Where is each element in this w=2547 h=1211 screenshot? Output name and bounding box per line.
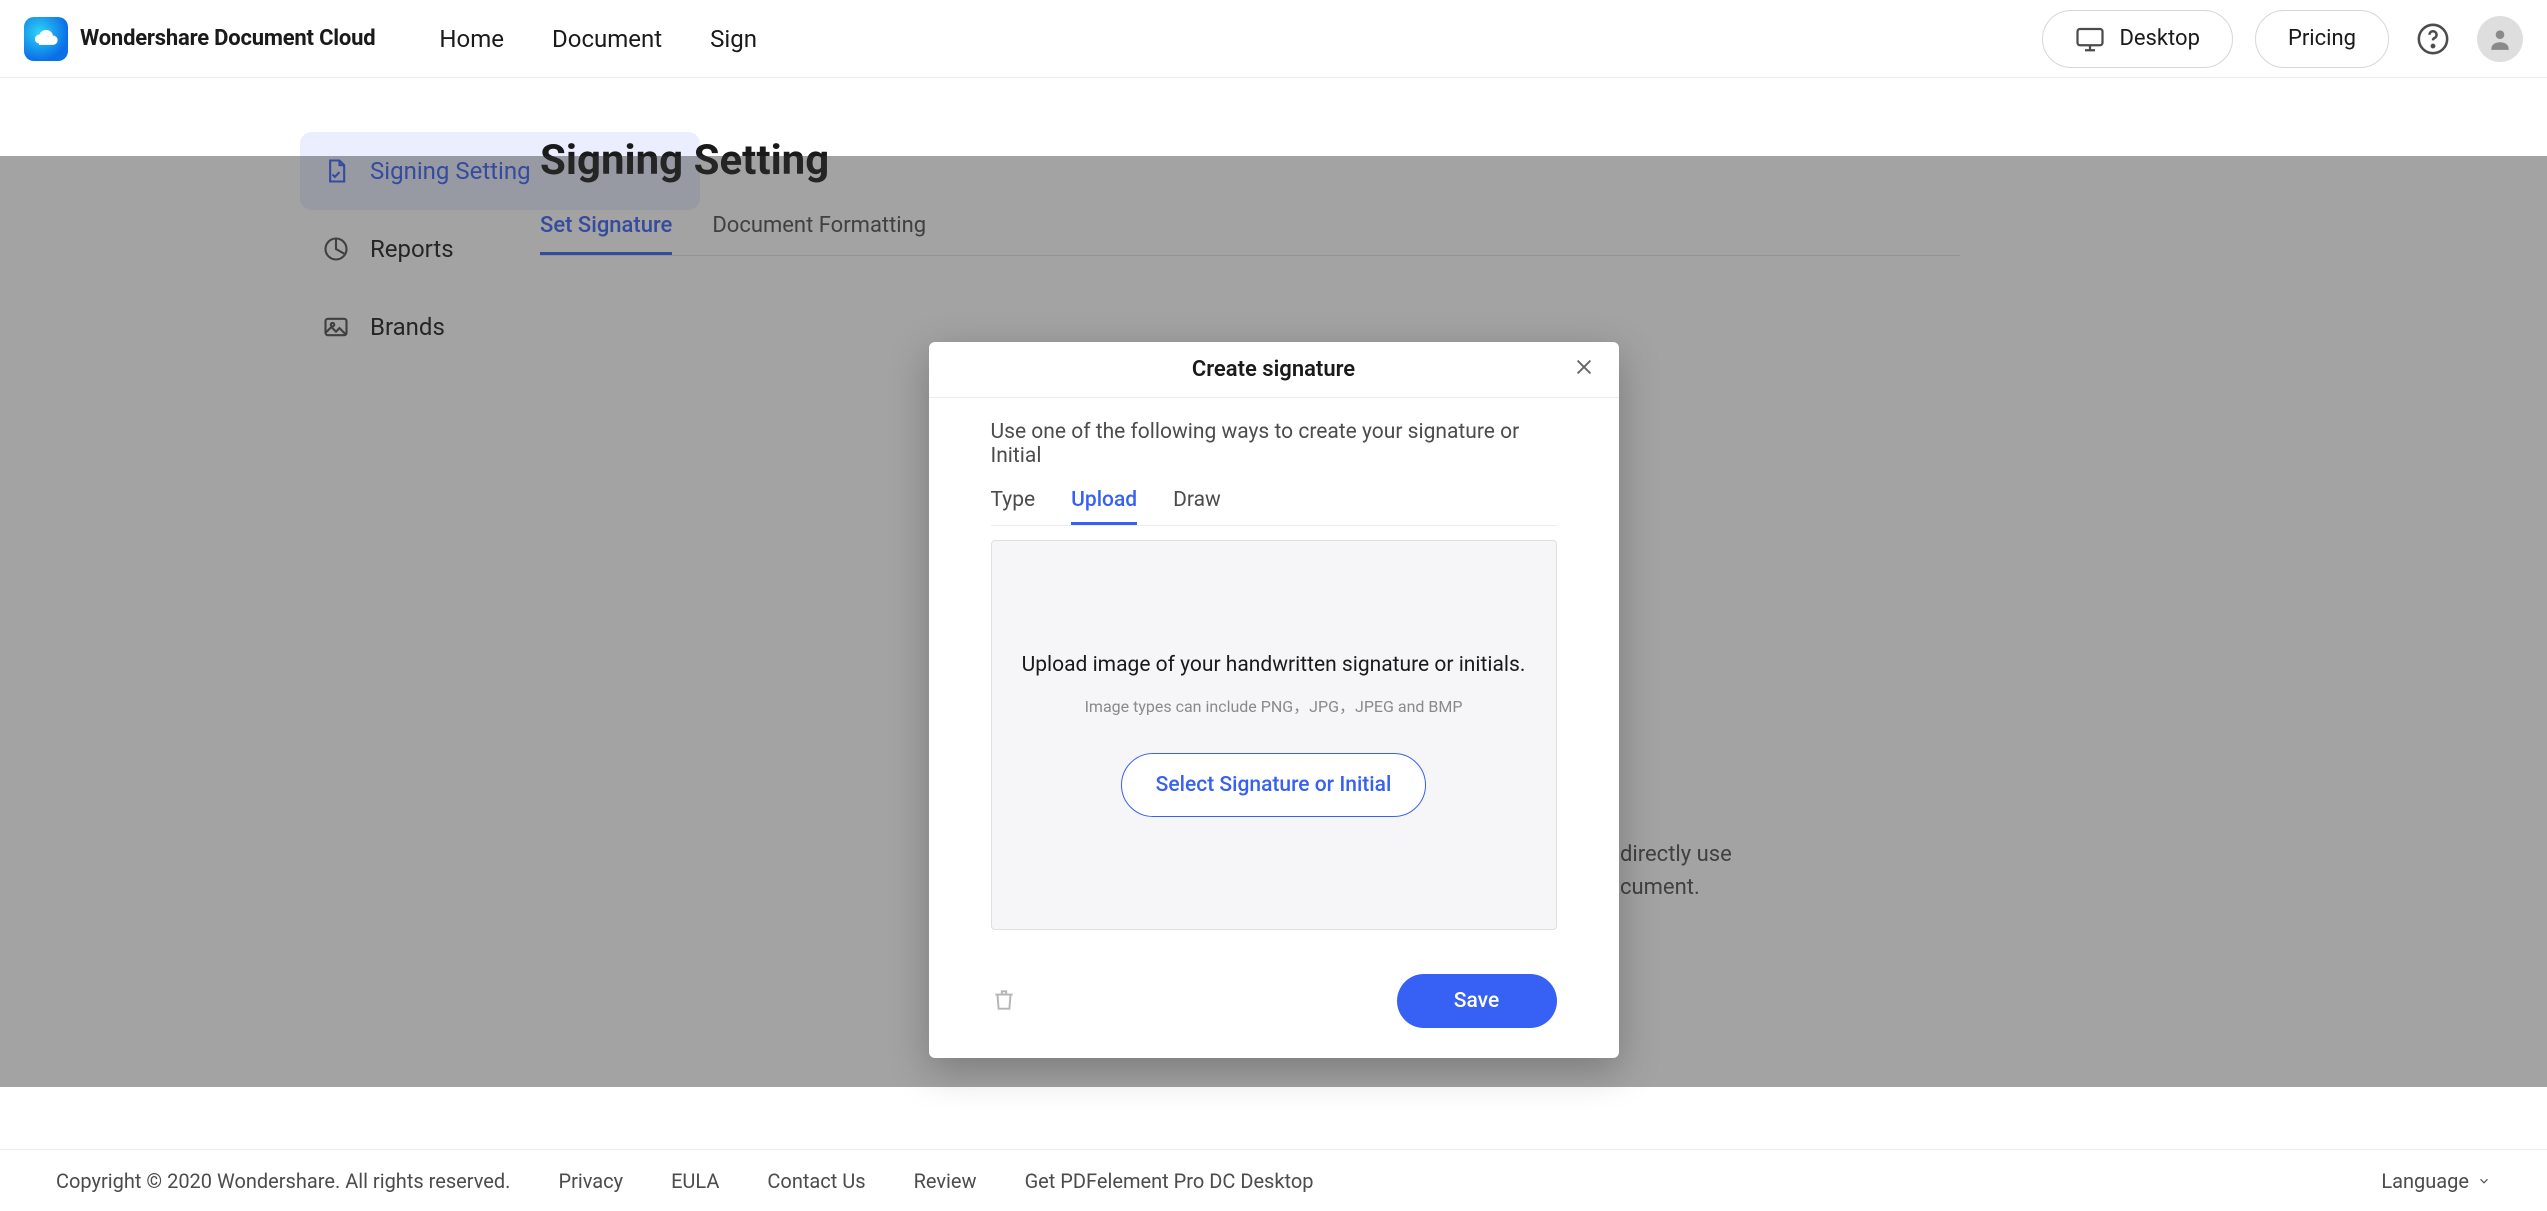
close-icon: [1573, 356, 1595, 378]
help-button[interactable]: [2411, 17, 2455, 61]
upload-line1: Upload image of your handwritten signatu…: [1022, 653, 1526, 677]
modal-close-button[interactable]: [1573, 356, 1601, 384]
save-button[interactable]: Save: [1397, 974, 1557, 1028]
modal-title: Create signature: [1192, 357, 1355, 382]
select-signature-button[interactable]: Select Signature or Initial: [1121, 753, 1427, 817]
chevron-down-icon: [2477, 1174, 2491, 1188]
language-label: Language: [2381, 1169, 2469, 1193]
footer-review[interactable]: Review: [914, 1169, 977, 1193]
modal-tab-upload[interactable]: Upload: [1071, 488, 1137, 525]
modal-tabs: Type Upload Draw: [991, 488, 1557, 526]
brand-logo-mark: [24, 17, 68, 61]
nav-home[interactable]: Home: [439, 25, 504, 53]
cloud-icon: [32, 25, 60, 53]
modal-instruction: Use one of the following ways to create …: [991, 420, 1557, 468]
pricing-button-label: Pricing: [2288, 26, 2356, 51]
brand-name: Wondershare Document Cloud: [80, 26, 375, 51]
user-avatar[interactable]: [2477, 16, 2523, 62]
upload-line2: Image types can include PNG，JPG，JPEG and…: [1085, 693, 1463, 717]
modal-tab-type[interactable]: Type: [991, 488, 1036, 525]
footer-links: Privacy EULA Contact Us Review Get PDFel…: [558, 1169, 1313, 1193]
header-right: Desktop Pricing: [2042, 10, 2523, 68]
help-icon: [2416, 22, 2450, 56]
nav-document[interactable]: Document: [552, 25, 662, 53]
nav-sign[interactable]: Sign: [710, 25, 757, 53]
modal-body: Use one of the following ways to create …: [929, 398, 1619, 956]
app-header: Wondershare Document Cloud Home Document…: [0, 0, 2547, 78]
delete-signature-button[interactable]: [991, 987, 1019, 1015]
create-signature-modal: Create signature Use one of the followin…: [929, 342, 1619, 1058]
brand-logo[interactable]: Wondershare Document Cloud: [24, 17, 375, 61]
trash-icon: [991, 987, 1017, 1013]
desktop-button-label: Desktop: [2119, 26, 2200, 51]
app-body: Signing Setting Reports Brands Signing S…: [0, 78, 2547, 1149]
monitor-icon: [2075, 24, 2105, 54]
copyright: Copyright © 2020 Wondershare. All rights…: [56, 1169, 510, 1193]
footer-privacy[interactable]: Privacy: [558, 1169, 623, 1193]
top-nav: Home Document Sign: [439, 25, 757, 53]
footer-get-desktop[interactable]: Get PDFelement Pro DC Desktop: [1025, 1169, 1314, 1193]
app-footer: Copyright © 2020 Wondershare. All rights…: [0, 1149, 2547, 1211]
person-icon: [2487, 26, 2513, 52]
desktop-button[interactable]: Desktop: [2042, 10, 2233, 68]
language-selector[interactable]: Language: [2381, 1169, 2491, 1193]
modal-tab-draw[interactable]: Draw: [1173, 488, 1221, 525]
pricing-button[interactable]: Pricing: [2255, 10, 2389, 68]
modal-footer: Save: [929, 956, 1619, 1058]
upload-dropzone[interactable]: Upload image of your handwritten signatu…: [991, 540, 1557, 930]
footer-contact[interactable]: Contact Us: [767, 1169, 865, 1193]
modal-overlay[interactable]: Create signature Use one of the followin…: [0, 156, 2547, 1087]
modal-header: Create signature: [929, 342, 1619, 398]
footer-eula[interactable]: EULA: [671, 1169, 719, 1193]
